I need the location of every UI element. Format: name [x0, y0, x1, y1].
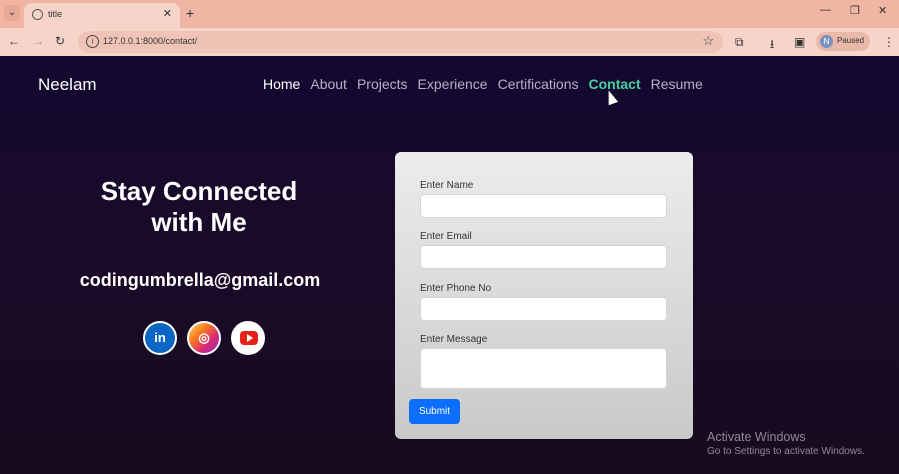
- site-info-icon[interactable]: i: [86, 35, 99, 48]
- phone-label: Enter Phone No: [420, 283, 492, 294]
- browser-tabbar: ⌄ title ✕ + — ❐ ✕: [0, 0, 899, 28]
- new-tab-icon[interactable]: +: [186, 5, 194, 21]
- name-input[interactable]: [420, 194, 667, 218]
- nav-projects[interactable]: Projects: [357, 76, 408, 92]
- profile-avatar: N: [820, 35, 833, 48]
- site-brand[interactable]: Neelam: [38, 75, 97, 95]
- contact-form: Enter Name Enter Email Enter Phone No En…: [395, 152, 693, 439]
- close-window-icon[interactable]: ✕: [878, 4, 887, 17]
- nav-experience[interactable]: Experience: [418, 76, 488, 92]
- extensions-icon[interactable]: ⧉: [735, 35, 744, 50]
- tab-title: title: [48, 9, 63, 19]
- nav-links: Home About Projects Experience Certifica…: [263, 76, 703, 92]
- tab-search-icon[interactable]: ⌄: [4, 5, 20, 21]
- social-links: in ◎: [143, 321, 265, 355]
- address-bar[interactable]: i 127.0.0.1:8000/contact/ ☆: [78, 31, 723, 53]
- webpage: Neelam Home About Projects Experience Ce…: [0, 56, 899, 474]
- globe-icon: [32, 9, 43, 20]
- submit-button[interactable]: Submit: [409, 399, 460, 424]
- name-label: Enter Name: [420, 180, 474, 191]
- message-label: Enter Message: [420, 334, 488, 345]
- close-tab-icon[interactable]: ✕: [163, 7, 172, 20]
- profile-status: Paused: [837, 36, 865, 45]
- headline-line2: with Me: [151, 207, 247, 237]
- activate-windows-subtitle: Go to Settings to activate Windows.: [707, 446, 865, 457]
- download-icon[interactable]: ⭳: [770, 35, 774, 56]
- email-label: Enter Email: [420, 231, 472, 242]
- forward-icon[interactable]: →: [32, 34, 44, 48]
- nav-certifications[interactable]: Certifications: [498, 76, 579, 92]
- contact-email: codingumbrella@gmail.com: [79, 270, 321, 290]
- minimize-icon[interactable]: —: [820, 4, 831, 16]
- reload-icon[interactable]: ↻: [55, 34, 65, 48]
- phone-input[interactable]: [420, 297, 667, 321]
- instagram-icon[interactable]: ◎: [187, 321, 221, 355]
- site-navbar: Neelam Home About Projects Experience Ce…: [0, 56, 899, 110]
- nav-home[interactable]: Home: [263, 76, 300, 92]
- message-textarea[interactable]: [420, 348, 667, 389]
- nav-resume[interactable]: Resume: [651, 76, 703, 92]
- browser-tab[interactable]: title ✕: [24, 3, 180, 28]
- activate-windows-title: Activate Windows: [707, 430, 806, 444]
- restore-icon[interactable]: ❐: [850, 4, 860, 17]
- headline-line1: Stay Connected: [100, 176, 298, 206]
- bookmark-star-icon[interactable]: ☆: [702, 33, 714, 49]
- browser-toolbar: ← → ↻ i 127.0.0.1:8000/contact/ ☆ ⧉ ⭳ ▣ …: [0, 28, 899, 56]
- email-input[interactable]: [420, 245, 667, 269]
- side-panel-icon[interactable]: ▣: [794, 35, 805, 49]
- page-headline: Stay Connected with Me: [70, 176, 328, 238]
- nav-about[interactable]: About: [310, 76, 347, 92]
- url-text: 127.0.0.1:8000/contact/: [103, 36, 198, 46]
- youtube-icon[interactable]: [231, 321, 265, 355]
- profile-button[interactable]: N Paused: [816, 32, 870, 51]
- menu-kebab-icon[interactable]: ⋮: [883, 35, 895, 49]
- linkedin-icon[interactable]: in: [143, 321, 177, 355]
- back-icon[interactable]: ←: [8, 34, 20, 48]
- nav-contact[interactable]: Contact: [589, 76, 641, 92]
